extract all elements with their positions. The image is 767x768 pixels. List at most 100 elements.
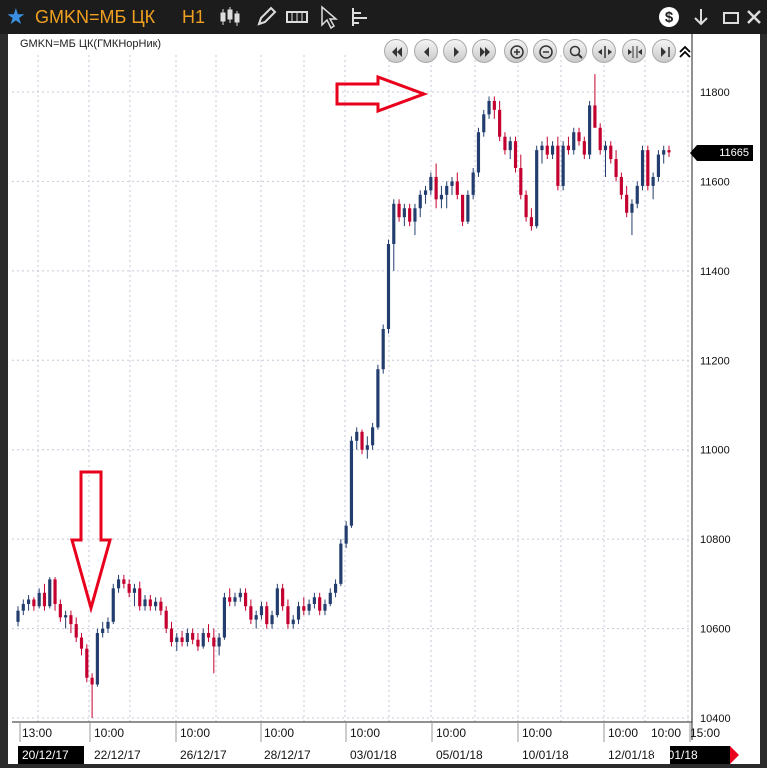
collapse-chevron-icon [679, 45, 691, 58]
candle-body [217, 637, 221, 647]
compress-icon[interactable] [592, 39, 616, 63]
candle-body [667, 150, 671, 153]
candle-body [609, 145, 613, 160]
candle-body [476, 132, 481, 173]
scroll-begin-icon[interactable] [384, 39, 408, 63]
date-tick-label: 12/01/18 [608, 748, 655, 762]
y-tick-label: 10600 [700, 624, 731, 636]
candle-body [503, 136, 507, 151]
candle-body [572, 132, 576, 151]
candle-body [79, 637, 84, 649]
y-tick-label: 11400 [700, 266, 730, 278]
magnifier-icon[interactable] [563, 39, 587, 63]
candle-body [402, 208, 406, 218]
candle-body [545, 145, 549, 155]
scroll-last-icon[interactable] [652, 39, 676, 63]
candle-body [64, 615, 68, 618]
candle-body [154, 601, 158, 607]
zoom-out-icon[interactable] [533, 39, 557, 63]
candle-body [106, 621, 110, 629]
candle-body [397, 203, 401, 218]
candle-body [381, 328, 385, 370]
date-tick-label: 26/12/17 [180, 748, 227, 762]
candle-body [635, 185, 639, 204]
candle-body [185, 633, 189, 642]
candle-body [365, 445, 369, 450]
candle-body [498, 109, 502, 137]
candle-body [550, 145, 555, 155]
candle-body [265, 606, 269, 625]
y-tick-label: 11200 [700, 355, 730, 367]
candle-body [376, 369, 380, 428]
candle-body [16, 610, 20, 622]
candle-body [598, 127, 602, 151]
candle-body [408, 208, 412, 222]
candle-body [233, 597, 237, 602]
candle-body [164, 610, 168, 629]
candle-body [270, 615, 274, 625]
candle-body [180, 637, 184, 642]
date-tick-label: 03/01/18 [350, 748, 397, 762]
candle-body [169, 628, 174, 642]
candle-body [254, 615, 258, 620]
candle-body [603, 145, 608, 151]
candle-body [58, 603, 62, 618]
candle-body [275, 588, 279, 616]
candle-body [540, 145, 544, 151]
candle-body [48, 579, 52, 607]
expand-icon[interactable] [622, 39, 646, 63]
candle-body [349, 440, 354, 526]
time-tick-label: 10:00 [94, 726, 124, 740]
date-tick-label: 10/01/18 [522, 748, 569, 762]
time-tick-label: 10:00 [264, 726, 294, 740]
candle-body [127, 583, 131, 593]
scroll-left-icon[interactable] [414, 39, 438, 63]
candle-body [418, 194, 422, 209]
scroll-right-icon[interactable] [443, 39, 467, 63]
scroll-end-icon[interactable] [472, 39, 496, 63]
candle-body [630, 203, 634, 213]
candle-body [191, 633, 195, 640]
candle-body [212, 637, 216, 647]
date-tick-label: 05/01/18 [436, 748, 483, 762]
candle-body [614, 159, 618, 177]
candle-body [561, 145, 565, 186]
candle-body [439, 194, 444, 200]
candle-body [243, 592, 248, 607]
candle-body [302, 606, 306, 611]
candle-body [429, 176, 433, 191]
candle-body [556, 145, 560, 186]
y-tick-label: 10800 [700, 534, 731, 546]
candle-body [519, 168, 523, 195]
candle-body [450, 181, 454, 186]
candle-body [111, 588, 115, 622]
last-price-tag: 11665 [690, 145, 753, 161]
candle-body [249, 606, 253, 620]
date-tick-label: 20/12/17 [22, 748, 69, 762]
candle-body [466, 194, 470, 222]
candle-body [656, 154, 661, 177]
candle-body [333, 583, 338, 593]
candle-body [286, 606, 290, 625]
candle-body [529, 217, 533, 227]
candle-body [21, 603, 25, 611]
y-tick-label: 10400 [700, 713, 731, 725]
candle-body [312, 597, 316, 604]
price-chart[interactable]: 10400 10600 10800 11000 11200 11400 11600 11800… [0, 0, 767, 768]
candle-body [625, 194, 629, 213]
date-tick-label: 22/12/17 [94, 748, 141, 762]
candle-body [307, 603, 311, 611]
candle-body [492, 100, 496, 110]
zoom-in-icon[interactable] [504, 39, 528, 63]
candle-body [206, 633, 211, 638]
time-tick-label: 10:00 [180, 726, 210, 740]
candle-body [201, 633, 205, 647]
candle-body [339, 543, 343, 584]
y-tick-label: 11000 [700, 445, 730, 457]
candle-body [95, 633, 99, 685]
time-tick-label: 10:00 [436, 726, 466, 740]
candle-body [651, 176, 655, 186]
candle-body [640, 150, 645, 186]
candle-body [37, 592, 41, 607]
candle-body [148, 599, 152, 607]
